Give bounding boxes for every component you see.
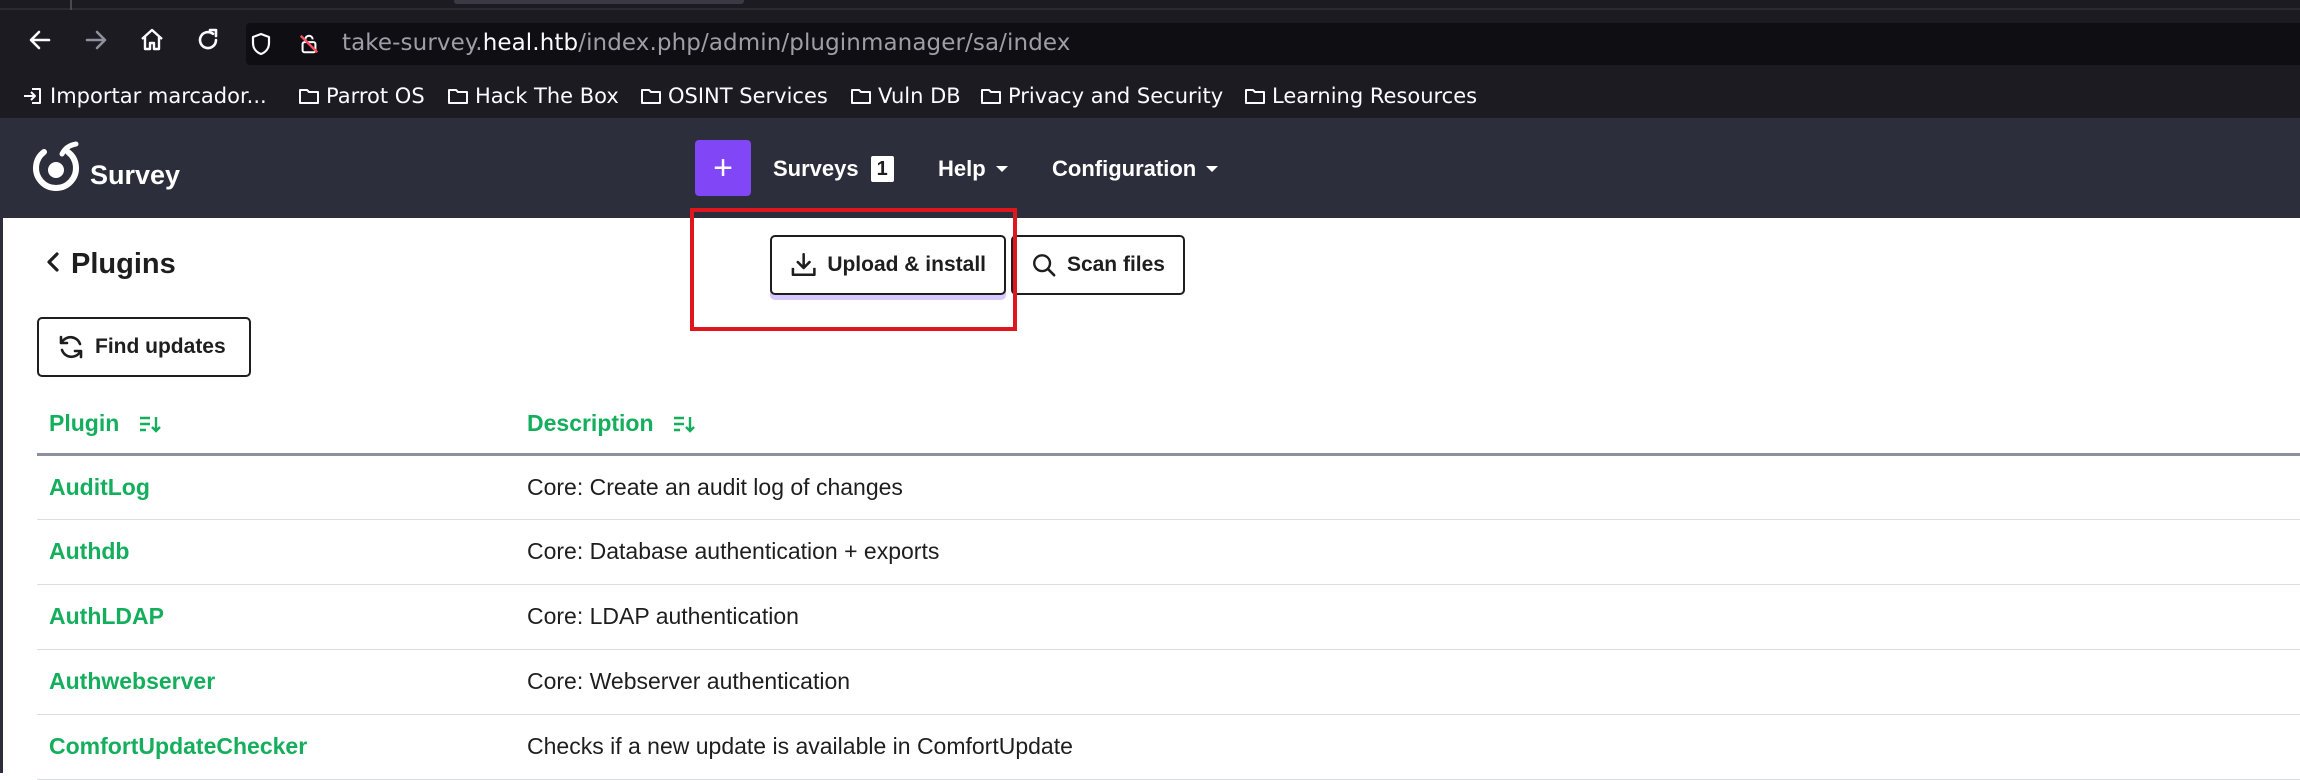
tab-strip <box>0 0 2300 10</box>
table-header-row: Plugin Description <box>37 394 2300 456</box>
caret-down-icon <box>1206 166 1219 172</box>
find-updates-button[interactable]: Find updates <box>37 317 251 377</box>
table-row[interactable]: AuditLog Core: Create an audit log of ch… <box>37 454 2300 520</box>
app-header: Survey + Surveys 1 Help Configuration <box>0 118 2300 218</box>
url-path: /index.php/admin/pluginmanager/sa/index <box>578 30 1071 56</box>
search-icon <box>1033 254 1056 277</box>
bookmark-label: Hack The Box <box>475 84 619 108</box>
bookmark-hack-the-box[interactable]: Hack The Box <box>447 80 619 112</box>
tab-separator <box>70 0 72 10</box>
page-content: Plugins Upload & install Scan files Find… <box>0 218 2300 780</box>
menu-configuration[interactable]: Configuration <box>1052 156 1219 182</box>
bookmark-label: Parrot OS <box>326 84 425 108</box>
surveys-count-badge: 1 <box>870 156 894 182</box>
bookmark-label: Importar marcador... <box>50 84 267 108</box>
page-title-text: Plugins <box>71 248 176 280</box>
folder-icon <box>641 89 661 104</box>
import-icon <box>24 88 41 104</box>
url-text[interactable]: take-survey.heal.htb/index.php/admin/plu… <box>342 30 1070 56</box>
forward-arrow-icon[interactable] <box>78 22 114 58</box>
table-row[interactable]: Authwebserver Core: Webserver authentica… <box>37 649 2300 715</box>
back-arrow-icon[interactable] <box>22 22 58 58</box>
highlight-annotation-box <box>690 208 1017 331</box>
find-updates-label: Find updates <box>95 335 226 358</box>
menu-surveys[interactable]: Surveys 1 <box>773 156 894 182</box>
plugin-description: Core: LDAP authentication <box>515 584 2300 650</box>
bookmark-osint-services[interactable]: OSINT Services <box>640 80 828 112</box>
bookmark-privacy-and-security[interactable]: Privacy and Security <box>980 80 1223 112</box>
table-row[interactable]: Authdb Core: Database authentication + e… <box>37 519 2300 585</box>
plugin-description: Checks if a new update is available in C… <box>515 714 2300 780</box>
plugin-name-link[interactable]: AuthLDAP <box>37 584 515 650</box>
menu-surveys-label: Surveys <box>773 156 859 181</box>
folder-icon <box>1245 89 1265 104</box>
column-header-label: Description <box>527 409 654 436</box>
caret-down-icon <box>995 166 1008 172</box>
chevron-left-icon[interactable] <box>45 249 61 281</box>
plugin-name-link[interactable]: ComfortUpdateChecker <box>37 714 515 780</box>
plugin-description: Core: Database authentication + exports <box>515 519 2300 585</box>
bookmark-label: Vuln DB <box>878 84 961 108</box>
bookmark-label: Learning Resources <box>1272 84 1478 108</box>
url-prefix: take-survey. <box>342 30 483 56</box>
create-button[interactable]: + <box>695 140 751 196</box>
browser-chrome: take-survey.heal.htb/index.php/admin/plu… <box>0 0 2300 118</box>
plugin-description: Core: Webserver authentication <box>515 649 2300 715</box>
brand-name[interactable]: Survey <box>90 160 180 191</box>
menu-help[interactable]: Help <box>938 156 1008 182</box>
bookmark-label: OSINT Services <box>668 84 828 108</box>
table-row[interactable]: ComfortUpdateChecker Checks if a new upd… <box>37 714 2300 780</box>
home-icon[interactable] <box>134 22 170 58</box>
table-row[interactable]: AuthLDAP Core: LDAP authentication <box>37 584 2300 650</box>
column-header-plugin[interactable]: Plugin <box>37 394 515 456</box>
plugin-name-link[interactable]: Authdb <box>37 519 515 585</box>
reload-icon[interactable] <box>190 22 226 58</box>
column-header-label: Plugin <box>49 409 120 436</box>
bookmark-label: Privacy and Security <box>1008 84 1224 108</box>
folder-icon <box>299 89 319 104</box>
menu-help-label: Help <box>938 156 986 181</box>
bookmarks-toolbar: Importar marcador... Parrot OS Hack The … <box>0 74 2300 118</box>
bookmark-import[interactable]: Importar marcador... <box>22 80 267 112</box>
folder-icon <box>851 89 871 104</box>
tab-active[interactable] <box>454 0 744 4</box>
column-header-description[interactable]: Description <box>515 394 2300 456</box>
address-bar[interactable]: take-survey.heal.htb/index.php/admin/plu… <box>246 23 2300 65</box>
bookmark-parrot-os[interactable]: Parrot OS <box>298 80 425 112</box>
scan-files-button[interactable]: Scan files <box>1011 235 1185 295</box>
sort-icon <box>139 416 161 433</box>
folder-icon <box>981 89 1001 104</box>
shield-icon[interactable] <box>250 32 272 56</box>
refresh-icon <box>59 335 83 359</box>
navigation-bar: take-survey.heal.htb/index.php/admin/plu… <box>0 10 2300 70</box>
plugin-name-link[interactable]: AuditLog <box>37 454 515 520</box>
scan-files-label: Scan files <box>1066 253 1165 276</box>
menu-configuration-label: Configuration <box>1052 156 1197 181</box>
plugin-name-link[interactable]: Authwebserver <box>37 649 515 715</box>
bookmark-vuln-db[interactable]: Vuln DB <box>850 80 961 112</box>
limesurvey-logo-icon[interactable] <box>30 140 86 196</box>
url-domain: heal.htb <box>482 30 579 56</box>
sort-icon <box>673 416 695 433</box>
plugins-table: Plugin Description AuditLog Core: Create… <box>37 394 2300 780</box>
insecure-lock-icon[interactable] <box>298 33 320 55</box>
page-title: Plugins <box>45 248 176 281</box>
bookmark-learning-resources[interactable]: Learning Resources <box>1244 80 1477 112</box>
folder-icon <box>448 89 468 104</box>
plugin-description: Core: Create an audit log of changes <box>515 454 2300 520</box>
